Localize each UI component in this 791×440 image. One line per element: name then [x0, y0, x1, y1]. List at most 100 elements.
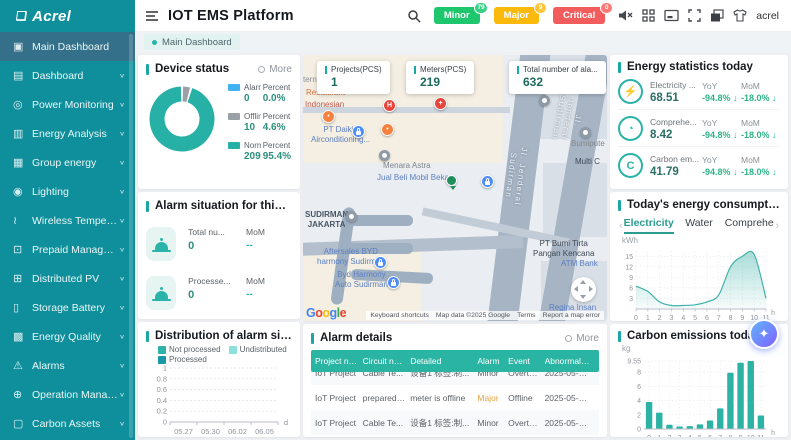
gray-dot-marker[interactable]: [580, 127, 591, 138]
table-row[interactable]: IoT ProjectCable Te...设备1 标签:制...MinorOv…: [311, 435, 599, 437]
chevron-down-icon: ∨: [119, 304, 125, 311]
siren-glyph: [155, 242, 168, 250]
alarm-stat-main: Total nu...0: [188, 227, 234, 252]
svg-text:6: 6: [629, 285, 633, 292]
theme-layers-icon[interactable]: [710, 9, 724, 22]
attribution-link: Keyboard shortcuts: [370, 312, 429, 319]
energy-metric: MoM-18.0% ↓: [741, 118, 780, 140]
green-pin-marker[interactable]: [446, 175, 457, 186]
username[interactable]: acrel: [756, 10, 779, 22]
tab-comprehe[interactable]: Comprehe: [724, 217, 774, 234]
map-panel: Google Keyboard shortcutsMap data ©2025 …: [303, 55, 607, 321]
chevron-down-icon: ∨: [119, 246, 125, 253]
distribution-chart: 00.20.40.60.8105.2705.3006.0206.05d: [146, 364, 292, 437]
google-logo-letter: o: [322, 306, 329, 320]
table-row[interactable]: IoT ProjectCable Te...设备1 标签:制...MinorOv…: [311, 410, 599, 435]
svg-text:15: 15: [625, 254, 633, 261]
sidebar-item-distributed-pv[interactable]: ⊞Distributed PV∨: [0, 264, 135, 293]
collapse-menu-icon[interactable]: [145, 10, 159, 22]
map-canvas[interactable]: Google Keyboard shortcutsMap data ©2025 …: [303, 55, 607, 321]
device-status-title: Device status: [155, 63, 229, 75]
badge-critical[interactable]: Critical0: [553, 7, 605, 24]
metric-value: -18.0% ↓: [741, 130, 780, 140]
blue-lock-marker[interactable]: [481, 175, 494, 188]
map-card-value: 1: [331, 75, 382, 89]
fullscreen-icon[interactable]: [688, 9, 701, 22]
sidebar-item-energy-quality[interactable]: ▩Energy Quality∨: [0, 322, 135, 351]
blue-lock-marker[interactable]: [374, 256, 387, 269]
google-logo[interactable]: Google: [306, 306, 346, 320]
sidebar-item-label: Lighting: [32, 186, 119, 198]
device-status-more-link[interactable]: More: [258, 64, 292, 75]
orange-marker[interactable]: •: [322, 110, 335, 123]
sidebar-item-carbon-assets[interactable]: ▢Carbon Assets∨: [0, 409, 135, 438]
legend-value: 209: [228, 151, 261, 162]
search-icon[interactable]: [407, 9, 421, 23]
sidebar-item-energy-analysis[interactable]: ▥Energy Analysis∨: [0, 119, 135, 148]
sidebar-item-main-dashboard[interactable]: ▣Main Dashboard: [0, 32, 135, 61]
map-stat-card: Total number of ala...632: [509, 61, 606, 94]
svg-text:d: d: [284, 418, 288, 427]
sidebar-item-operation-managem[interactable]: ⊕Operation Managem...∨: [0, 380, 135, 409]
gray-dot-marker[interactable]: [539, 95, 550, 106]
energy-stat-row: CCarbon em...41.79YoY-94.8% ↓MoM-18.0% ↓: [618, 147, 780, 183]
screenshot-icon[interactable]: [664, 9, 679, 22]
mute-icon[interactable]: [618, 9, 633, 22]
sidebar: ❏ Acrel ▣Main Dashboard▤Dashboard∨◎Power…: [0, 0, 135, 440]
sidebar-item-alarms[interactable]: ⚠Alarms∨: [0, 351, 135, 380]
top-header: IOT EMS Platform Minor79 Major9 Critical0: [135, 0, 791, 32]
legend-item: Not processed: [158, 345, 221, 354]
blue-lock-marker[interactable]: [387, 276, 400, 289]
skin-shirt-icon[interactable]: [733, 9, 747, 22]
gray-dot-marker[interactable]: [346, 211, 357, 222]
badge-major[interactable]: Major9: [494, 7, 539, 24]
red-plus-marker[interactable]: +: [434, 97, 447, 110]
energy-stat-label: Carbon em...: [650, 154, 702, 164]
gray-dot-marker[interactable]: [379, 150, 390, 161]
red-h-marker[interactable]: H: [383, 99, 396, 112]
tab-water[interactable]: Water: [674, 217, 724, 234]
tab-electricity[interactable]: Electricity: [624, 217, 674, 234]
chevron-down-icon: ∨: [119, 130, 125, 137]
table-row[interactable]: IoT Projectprepared#...meter is offlineM…: [311, 385, 599, 410]
sidebar-item-lighting[interactable]: ◉Lighting∨: [0, 177, 135, 206]
energy-stat-row: ◔Comprehe...8.42YoY-94.8% ↓MoM-18.0% ↓: [618, 110, 780, 147]
sidebar-item-wireless-temperature[interactable]: ≀Wireless Temperature∨: [0, 206, 135, 235]
page-title: IOT EMS Platform: [168, 8, 294, 24]
sidebar-item-storage-battery[interactable]: ▯Storage Battery∨: [0, 293, 135, 322]
badge-minor[interactable]: Minor79: [434, 7, 480, 24]
alarm-details-more-link[interactable]: More: [565, 333, 599, 344]
legend-name: Alarm(...: [228, 83, 261, 92]
svg-text:0.8: 0.8: [157, 374, 167, 383]
svg-text:0: 0: [637, 427, 641, 434]
tab-bar: Main Dashboard: [135, 32, 791, 52]
title-accent-bar: [146, 331, 149, 342]
legend-swatch: [229, 346, 237, 354]
blue-lock-marker[interactable]: [352, 125, 365, 138]
chevron-right-icon[interactable]: ›: [774, 220, 780, 232]
prepaid-management-icon: ⊡: [13, 243, 32, 256]
legend-label: Processed: [169, 355, 207, 364]
map-pan-control[interactable]: [571, 277, 596, 302]
ai-assistant-button[interactable]: ✦: [749, 319, 779, 349]
energy-stats-title: Energy statistics today: [627, 61, 753, 73]
alarm-month-rows: Total nu...0MoM--Processe...0MoM--: [146, 227, 292, 310]
map-card-label: Projects(PCS): [325, 65, 382, 74]
siren-glyph: [155, 291, 168, 299]
sidebar-item-label: Wireless Temperature: [32, 215, 119, 227]
svg-text:8: 8: [728, 435, 732, 437]
sidebar-item-group-energy[interactable]: ▦Group energy∨: [0, 148, 135, 177]
orange-marker[interactable]: •: [381, 123, 394, 136]
tab-main-dashboard[interactable]: Main Dashboard: [144, 34, 240, 50]
sidebar-item-prepaid-management[interactable]: ⊡Prepaid Management∨: [0, 235, 135, 264]
energy-stat-main: Carbon em...41.79: [650, 154, 702, 178]
sidebar-item-power-monitoring[interactable]: ◎Power Monitoring∨: [0, 90, 135, 119]
sidebar-scrollbar[interactable]: [129, 34, 133, 438]
table-row[interactable]: IoT ProjectCable Te...设备1 标签:制...MinorOv…: [311, 372, 599, 385]
grid-apps-icon[interactable]: [642, 9, 655, 22]
sidebar-item-dashboard[interactable]: ▤Dashboard∨: [0, 61, 135, 90]
energy-analysis-icon: ▥: [13, 127, 32, 140]
legend-value: 10: [228, 122, 261, 133]
svg-text:1: 1: [646, 315, 650, 321]
table-cell: Minor: [477, 372, 508, 378]
